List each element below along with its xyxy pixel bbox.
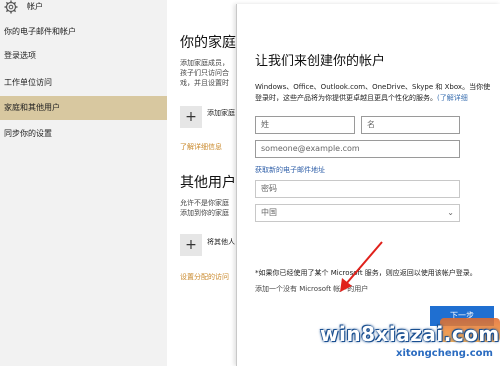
plus-icon: + [185, 109, 197, 125]
family-desc-line1: 添加家庭成员， [180, 59, 229, 67]
other-users-desc-line1: 允许不是你家庭 [180, 199, 229, 207]
add-family-member-label[interactable]: 添加家庭 [207, 108, 235, 118]
password-input[interactable]: 密码 [255, 180, 460, 198]
family-desc-line2: 孩子们只访问合 [180, 69, 229, 77]
watermark-text: win8xiazai.com [320, 322, 500, 346]
dialog-intro-line1: Windows、Office、Outlook.com、OneDrive、Skyp… [255, 83, 491, 91]
nav-item-work-access[interactable]: 工作单位访问 [0, 71, 167, 95]
add-other-user-button[interactable]: + [180, 234, 202, 256]
other-users-heading: 其他用户 [180, 175, 236, 191]
red-arrow-annotation [340, 241, 383, 292]
dialog-intro-line2: 登录时，这些产品将为你提供更卓越且更具个性化的服务。(了解详细 [255, 94, 468, 102]
plus-icon: + [185, 237, 197, 253]
add-family-member-button[interactable]: + [180, 106, 202, 128]
country-select[interactable]: 中国 ⌄ [255, 204, 460, 222]
settings-nav: 帐户 你的电子邮件和帐户 登录选项 工作单位访问 家庭和其他用户 同步你的设置 [0, 0, 167, 366]
family-heading: 你的家庭 [180, 35, 236, 51]
firstname-input[interactable]: 名 [361, 116, 460, 134]
dialog-title: 让我们来创建你的帐户 [255, 54, 386, 69]
nav-item-family-other-users[interactable]: 家庭和其他用户 [0, 96, 167, 120]
family-desc-line3: 戏，并且设置时 [180, 79, 229, 87]
learn-more-link[interactable]: 了解详细信息 [180, 142, 222, 152]
lastname-input[interactable]: 姓 [255, 116, 355, 134]
nav-header: 帐户 [0, 0, 167, 14]
learn-more-dialog-link[interactable]: (了解详细 [437, 94, 468, 102]
email-input[interactable]: someone@example.com [255, 140, 460, 158]
nav-item-sync-settings[interactable]: 同步你的设置 [0, 122, 167, 146]
add-other-user-label[interactable]: 将其他人 [207, 237, 235, 247]
assigned-access-link[interactable]: 设置分配的访问 [180, 272, 229, 282]
country-value: 中国 [261, 208, 277, 217]
chevron-down-icon: ⌄ [447, 208, 454, 217]
nav-title: 帐户 [27, 2, 43, 11]
watermark-subtext: xitongcheng.com [396, 348, 493, 359]
nav-item-email-accounts[interactable]: 你的电子邮件和帐户 [0, 20, 167, 44]
gear-icon [4, 0, 18, 14]
other-users-desc-line2: 添加到你的家庭 [180, 209, 229, 217]
nav-item-sign-in-options[interactable]: 登录选项 [0, 44, 167, 68]
get-new-email-link[interactable]: 获取新的电子邮件地址 [255, 165, 325, 175]
